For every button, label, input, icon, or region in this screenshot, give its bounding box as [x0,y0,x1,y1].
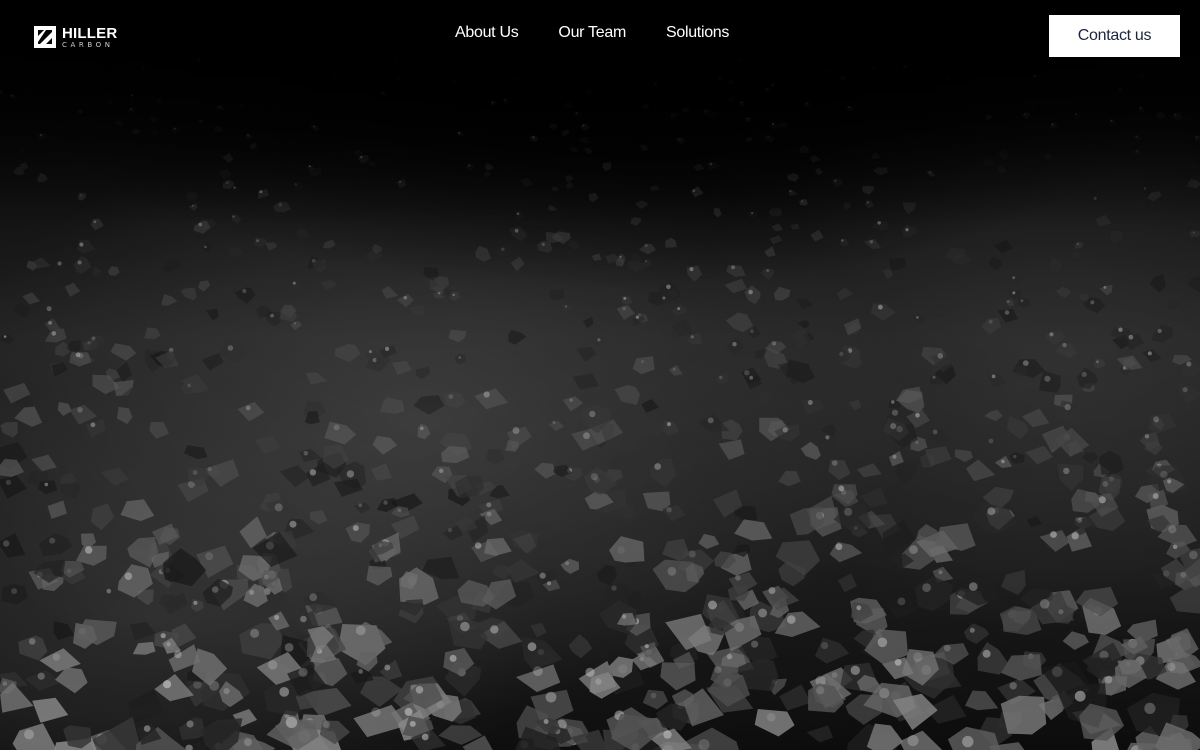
top-navbar: HILLER CARBON About Us Our Team Solution… [0,0,1200,72]
brand-wordmark: HILLER CARBON [62,26,117,49]
hiller-logo-mark-icon [34,26,56,48]
nav-link-our-team[interactable]: Our Team [558,24,626,42]
main-nav: About Us Our Team Solutions [455,24,729,42]
brand-subtitle: CARBON [62,40,114,49]
top-fade-overlay [0,0,1200,750]
contact-us-button[interactable]: Contact us [1049,15,1180,57]
nav-link-solutions[interactable]: Solutions [666,24,729,42]
brand-logo[interactable]: HILLER CARBON [34,24,117,50]
brand-name: HILLER [62,24,118,42]
hero-image-carbon-granules [0,0,1200,750]
nav-link-about-us[interactable]: About Us [455,24,519,42]
carbon-granules-texture [0,0,1200,750]
landing-page: HILLER CARBON About Us Our Team Solution… [0,0,1200,750]
